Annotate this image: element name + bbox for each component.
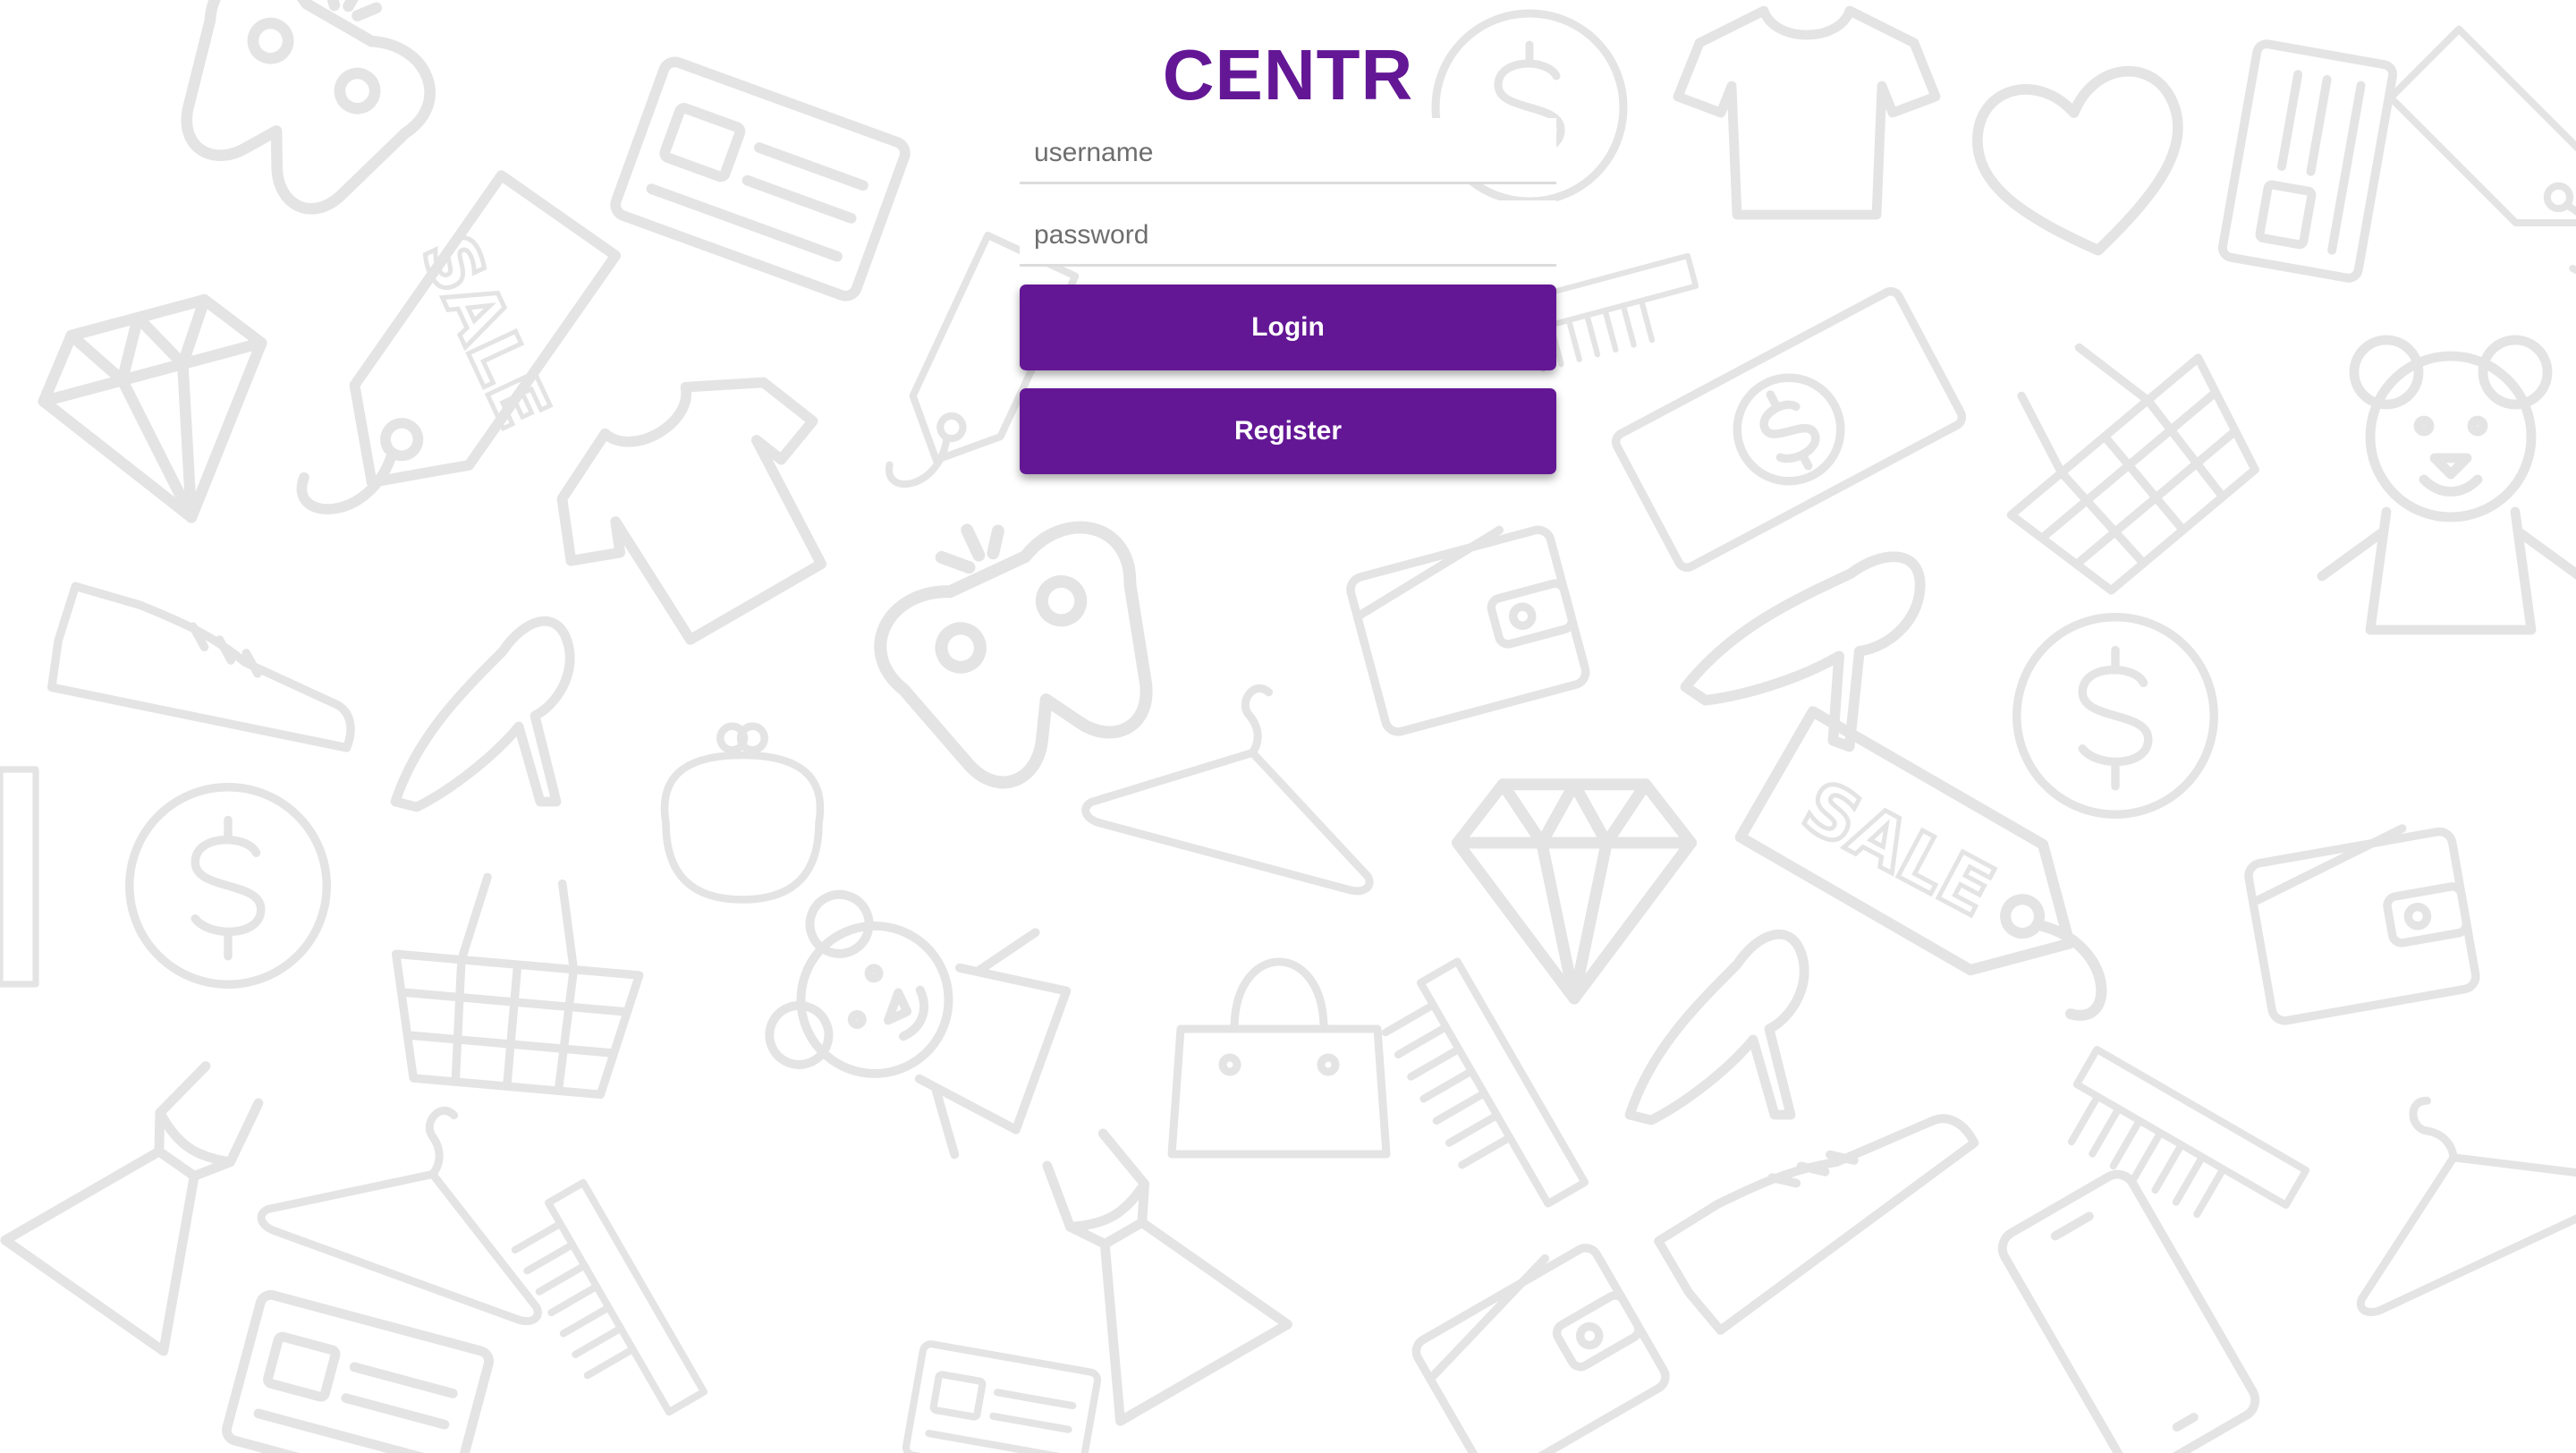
credit-card-icon (613, 59, 909, 300)
password-field-wrapper (1020, 200, 1556, 267)
comb-icon (0, 769, 36, 984)
login-form: CENTR Login Register (1020, 32, 1556, 474)
dress-icon (991, 1101, 1287, 1421)
teddy-bear-icon (2322, 340, 2576, 630)
hanger-icon (1083, 652, 1411, 894)
credit-card-icon (905, 1343, 1099, 1453)
smartphone-icon (1996, 1168, 2262, 1453)
credit-card-icon (225, 1293, 491, 1453)
brand-logo: CENTR (1162, 35, 1414, 115)
diamond-icon (29, 288, 300, 546)
credit-card-icon (2221, 42, 2394, 279)
heart-icon (1969, 64, 2197, 268)
money-bill-icon (1613, 288, 1965, 571)
shopping-basket-icon (386, 870, 647, 1097)
high-heel-icon (1630, 934, 1804, 1120)
tshirt-icon (524, 341, 877, 672)
comb-icon (503, 1183, 704, 1439)
tag-icon (2391, 30, 2576, 284)
wallet-icon (1407, 1235, 1671, 1453)
comb-icon (1373, 962, 1585, 1231)
login-button[interactable]: Login (1020, 285, 1556, 370)
diamond-icon (1458, 785, 1691, 998)
gamepad-icon (146, 0, 464, 237)
wallet-icon (2245, 820, 2478, 1023)
dollar-coin-icon (2017, 617, 2215, 815)
username-field-wrapper (1020, 118, 1556, 184)
username-input[interactable] (1020, 118, 1556, 182)
dollar-coin-icon (130, 787, 327, 985)
teddy-bear-icon (751, 859, 1081, 1172)
svg-text:SALE: SALE (405, 223, 565, 440)
svg-text:SALE: SALE (1790, 765, 2006, 933)
sneaker-icon (49, 585, 366, 748)
coin-purse-icon (665, 726, 820, 900)
wallet-icon (1345, 518, 1589, 735)
tshirt-icon (1678, 11, 1936, 215)
password-input[interactable] (1020, 200, 1556, 264)
shopping-basket-icon (1957, 293, 2277, 608)
handbag-icon (1172, 962, 1386, 1154)
high-heel-icon (395, 621, 570, 807)
register-button[interactable]: Register (1020, 388, 1556, 474)
hanger-icon (2293, 1037, 2576, 1317)
gamepad-icon (847, 474, 1191, 810)
